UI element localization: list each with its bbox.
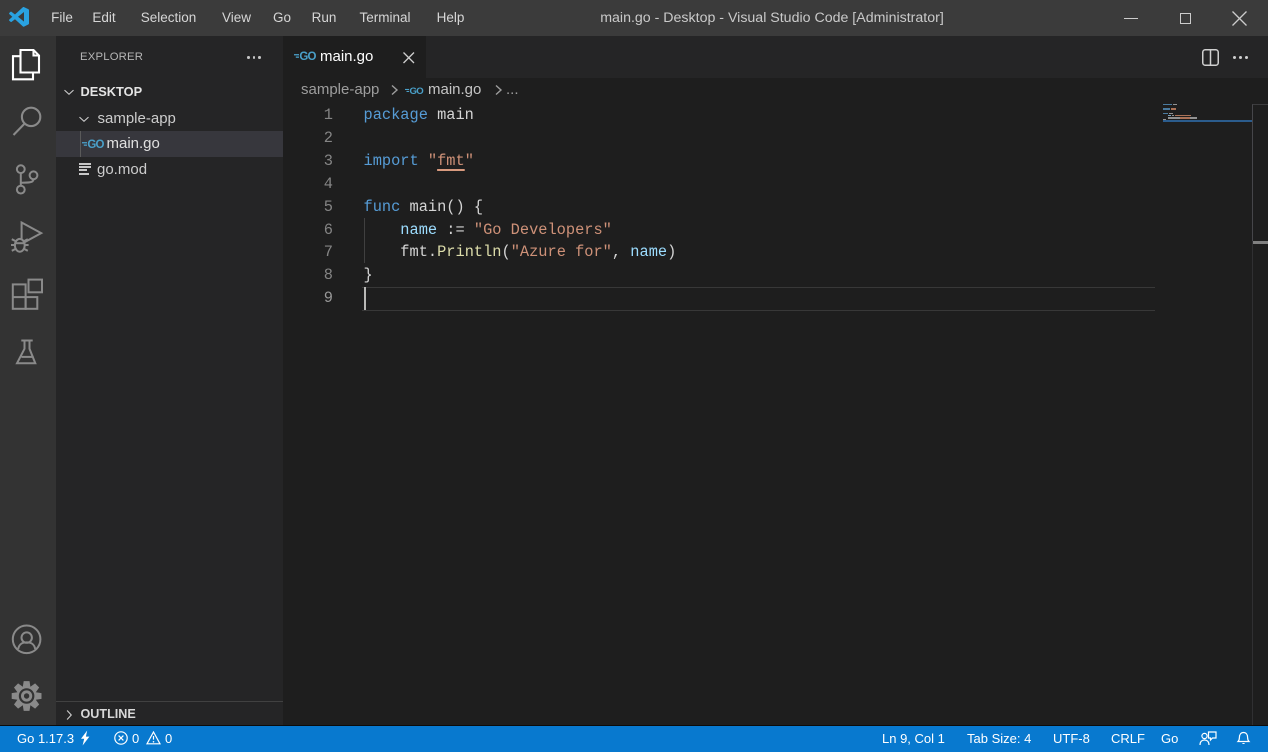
svg-text:GO: GO	[410, 86, 425, 97]
svg-text:GO: GO	[87, 139, 104, 151]
svg-text:GO: GO	[299, 52, 316, 64]
